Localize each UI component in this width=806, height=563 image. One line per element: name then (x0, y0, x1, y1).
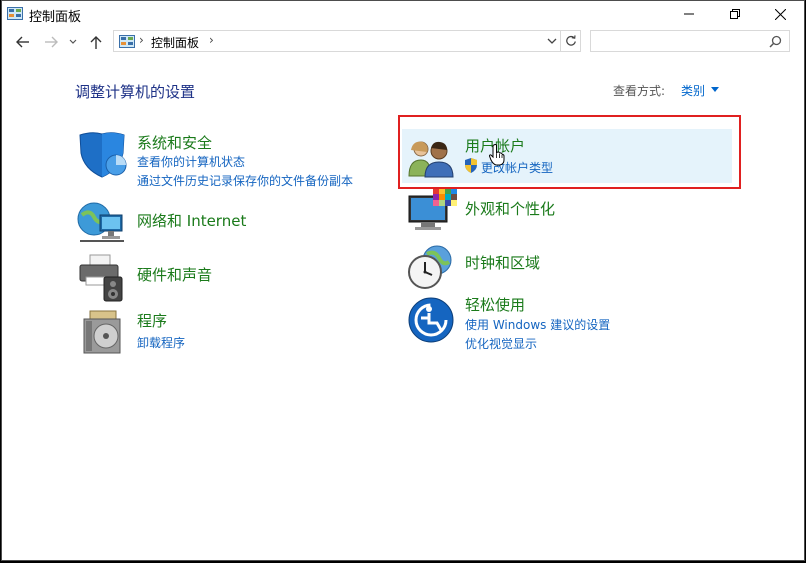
search-input[interactable] (591, 31, 767, 51)
link-file-history-backup[interactable]: 通过文件历史记录保存你的文件备份副本 (137, 172, 353, 189)
title-bar: 控制面板 (2, 1, 804, 27)
maximize-button[interactable] (712, 1, 758, 27)
clock-globe-icon[interactable] (407, 244, 455, 290)
view-by-label: 查看方式: (613, 84, 666, 98)
category-hardware-sound[interactable]: 硬件和声音 (137, 264, 212, 285)
minimize-icon (684, 13, 694, 15)
view-by-dropdown[interactable]: 类别 (681, 82, 705, 99)
ease-of-access-icon[interactable] (407, 296, 455, 344)
refresh-icon (565, 35, 576, 46)
address-bar[interactable]: › 控制面板 › (113, 30, 561, 52)
network-globe-icon[interactable] (76, 199, 132, 247)
refresh-button[interactable] (561, 30, 581, 52)
link-optimize-visual-display[interactable]: 优化视觉显示 (465, 335, 537, 352)
category-network-internet[interactable]: 网络和 Internet (137, 210, 246, 231)
back-arrow-icon (16, 36, 29, 48)
search-box[interactable] (590, 30, 790, 52)
category-programs[interactable]: 程序 (137, 310, 167, 331)
breadcrumb-separator-icon[interactable]: › (139, 33, 144, 47)
highlight-annotation-box (398, 115, 741, 189)
shield-icon[interactable] (76, 131, 130, 179)
maximize-icon (730, 9, 740, 19)
control-panel-window: 控制面板 › 控制面板 › 调整计算机的设置 查看方式: 类别 系统和安全 查看… (1, 0, 805, 561)
close-button[interactable] (757, 1, 803, 27)
link-windows-recommended-settings[interactable]: 使用 Windows 建议的设置 (465, 316, 610, 333)
printer-icon[interactable] (76, 253, 128, 303)
link-view-computer-status[interactable]: 查看你的计算机状态 (137, 153, 245, 170)
dropdown-caret-icon[interactable] (711, 87, 719, 92)
monitor-palette-icon[interactable] (407, 188, 457, 234)
back-button[interactable] (12, 32, 34, 52)
close-icon (774, 8, 786, 20)
breadcrumb-control-panel[interactable]: 控制面板 (151, 34, 199, 51)
forward-button[interactable] (40, 32, 62, 52)
forward-arrow-icon (45, 36, 58, 48)
control-panel-icon (7, 7, 23, 20)
control-panel-icon (119, 35, 135, 48)
up-arrow-icon (90, 36, 102, 49)
category-clock-region[interactable]: 时钟和区域 (465, 252, 540, 273)
navigation-bar: › 控制面板 › (2, 28, 804, 56)
category-system-security[interactable]: 系统和安全 (137, 132, 212, 153)
window-title: 控制面板 (29, 10, 82, 25)
breadcrumb-separator-icon[interactable]: › (209, 33, 214, 47)
up-button[interactable] (86, 32, 106, 52)
minimize-button[interactable] (666, 1, 712, 27)
chevron-down-icon[interactable] (546, 34, 558, 48)
category-ease-of-access[interactable]: 轻松使用 (465, 294, 525, 315)
page-heading: 调整计算机的设置 (75, 83, 196, 101)
recent-locations-button[interactable] (67, 32, 79, 52)
chevron-down-icon (69, 39, 77, 44)
link-uninstall-program[interactable]: 卸载程序 (137, 334, 185, 351)
category-appearance-personalization[interactable]: 外观和个性化 (465, 198, 555, 219)
programs-disc-icon[interactable] (82, 309, 124, 355)
hand-cursor-icon (489, 144, 505, 166)
search-icon[interactable] (769, 35, 782, 48)
